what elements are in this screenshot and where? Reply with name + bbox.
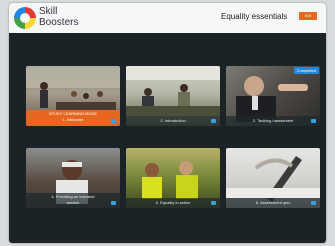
- module-3-title: 3. Tackling harassment: [252, 118, 294, 123]
- module-2-title: 2. Introduction: [160, 118, 186, 123]
- screen-icon: [211, 119, 216, 123]
- completed-badge: Completed: [293, 67, 319, 74]
- module-tile-1[interactable]: STUDY LEARNING MODE 1. Welcome: [26, 66, 120, 126]
- module-3-label: 3. Tackling harassment: [226, 116, 320, 126]
- module-6-title: 6. Assessment quiz: [255, 200, 291, 205]
- module-tile-2[interactable]: 2. Introduction: [126, 66, 220, 126]
- module-1-label: STUDY LEARNING MODE 1. Welcome: [26, 110, 120, 126]
- module-tile-4[interactable]: 4. Providing an inclusive service: [26, 148, 120, 208]
- header-bar: Skill Boosters Equality essentials Exit: [9, 3, 326, 33]
- module-5-title: 5. Equality in action: [155, 200, 191, 205]
- screen-icon: [111, 201, 116, 205]
- screen-icon: [111, 119, 116, 123]
- logo-text: Skill Boosters: [39, 6, 78, 28]
- module-tile-3[interactable]: Completed 3. Tackling harassment: [226, 66, 320, 126]
- module-2-label: 2. Introduction: [126, 116, 220, 126]
- course-title: Equality essentials: [221, 12, 288, 21]
- module-5-label: 5. Equality in action: [126, 198, 220, 208]
- logo-line-1: Skill: [39, 6, 58, 17]
- logo-line-2: Boosters: [39, 17, 79, 28]
- module-1-title: 1. Welcome: [62, 117, 84, 122]
- module-tile-6[interactable]: 6. Assessment quiz: [226, 148, 320, 208]
- module-4-label: 4. Providing an inclusive service: [26, 193, 120, 208]
- skill-boosters-logo-icon: [14, 7, 36, 29]
- app-window: Skill Boosters Equality essentials Exit: [9, 3, 326, 243]
- screen-icon: [311, 119, 316, 123]
- exit-button[interactable]: Exit: [299, 12, 317, 20]
- screen-icon: [311, 201, 316, 205]
- module-6-label: 6. Assessment quiz: [226, 198, 320, 208]
- module-4-title-line-2: service: [66, 200, 80, 205]
- module-tile-5[interactable]: 5. Equality in action: [126, 148, 220, 208]
- screen-icon: [211, 201, 216, 205]
